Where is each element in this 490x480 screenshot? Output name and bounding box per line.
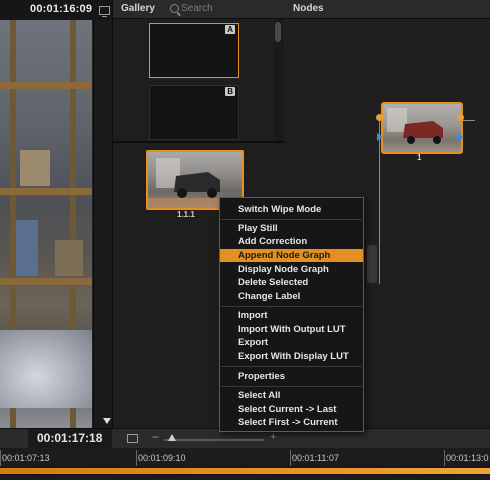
menu-separator	[221, 386, 362, 387]
menu-item-import[interactable]: Import	[220, 309, 363, 322]
node-connection-line	[462, 120, 475, 121]
still-thumbnail[interactable]: A	[149, 23, 239, 78]
memory-still-label: 1.1.1	[177, 210, 195, 219]
current-timecode: 00:01:17:18	[37, 431, 103, 445]
timeline-tick-label: 00:01:11:07	[292, 453, 339, 463]
menu-item-label: Import	[238, 310, 268, 321]
menu-item-label: Delete Selected	[238, 277, 309, 288]
menu-item-label: Switch Wipe Mode	[238, 204, 322, 215]
timeline-tick-label: 00:01:07:13	[2, 453, 50, 463]
zoom-slider[interactable]	[164, 439, 264, 441]
gallery-header: Gallery Search	[113, 0, 285, 19]
menu-item-add-correction[interactable]: Add Correction	[220, 235, 363, 248]
crate	[20, 150, 50, 186]
shelf	[0, 82, 92, 89]
menu-item-switch-wipe-mode[interactable]: Switch Wipe Mode	[220, 203, 363, 216]
nodes-header: Nodes	[285, 0, 490, 19]
viewer-timecode: 00:01:16:09	[30, 3, 93, 15]
menu-item-label: Properties	[238, 371, 285, 382]
search-input[interactable]: Search	[181, 3, 213, 14]
still-label: A	[225, 25, 235, 34]
menu-item-label: Select Current -> Last	[238, 404, 337, 415]
timeline-tick	[290, 450, 291, 466]
zoom-slider-thumb[interactable]	[168, 434, 176, 441]
menu-separator	[221, 366, 362, 367]
gallery-scrollbar-thumb[interactable]	[275, 22, 281, 42]
zoom-in-icon[interactable]: +	[270, 431, 276, 443]
menu-item-label: Export With Display LUT	[238, 351, 349, 362]
nodes-title: Nodes	[293, 3, 324, 14]
crate	[55, 240, 83, 276]
context-menu: Switch Wipe Mode Play Still Add Correcti…	[219, 197, 364, 432]
menu-item-label: Add Correction	[238, 236, 308, 247]
still-label: B	[225, 87, 235, 96]
node-label: 1	[417, 153, 422, 162]
menu-item-label: Export	[238, 337, 269, 348]
menu-item-play-still[interactable]: Play Still	[220, 222, 363, 235]
menu-item-export[interactable]: Export	[220, 336, 363, 349]
gallery-view-icon[interactable]	[127, 434, 138, 443]
menu-item-select-first-current[interactable]: Select First -> Current	[220, 416, 363, 429]
viewer-panel: 00:01:16:09	[0, 0, 112, 428]
menu-item-import-with-output-lut[interactable]: Import With Output LUT	[220, 323, 363, 336]
rgb-input-icon[interactable]	[377, 133, 383, 141]
menu-item-label: Display Node Graph	[238, 264, 329, 275]
node-1[interactable]	[381, 102, 463, 154]
menu-item-label: Play Still	[238, 223, 278, 234]
menu-item-label: Select All	[238, 390, 281, 401]
viewer-foreground	[0, 330, 92, 408]
zoom-out-icon[interactable]: −	[152, 430, 159, 444]
timeline-tick	[136, 450, 137, 466]
stills-grid: A B	[113, 19, 273, 141]
timeline-tick	[444, 450, 445, 466]
rgb-output-icon[interactable]	[458, 133, 464, 141]
menu-item-append-node-graph[interactable]: Append Node Graph	[220, 249, 363, 262]
search-icon	[170, 4, 179, 13]
menu-item-display-node-graph[interactable]: Display Node Graph	[220, 263, 363, 276]
node-connection-line	[379, 120, 380, 284]
menu-item-label: Change Label	[238, 291, 301, 302]
still-thumbnail[interactable]: B	[149, 85, 239, 140]
timeline-tick-label: 00:01:09:10	[138, 453, 186, 463]
menu-separator	[221, 219, 362, 220]
viewer-scrollbar[interactable]	[93, 20, 112, 428]
shelf	[0, 278, 92, 285]
timeline-ruler[interactable]: 00:01:07:13 00:01:09:10 00:01:11:07 00:0…	[0, 448, 490, 480]
node-thumbnail-icon	[387, 108, 443, 144]
menu-item-label: Append Node Graph	[238, 250, 331, 261]
shelf	[0, 188, 92, 195]
menu-item-properties[interactable]: Properties	[220, 370, 363, 383]
timeline-tick-label: 00:01:13:0	[446, 453, 489, 463]
timeline-clip[interactable]	[0, 468, 490, 474]
menu-item-export-with-display-lut[interactable]: Export With Display LUT	[220, 350, 363, 363]
crate	[16, 220, 38, 276]
menu-item-label: Import With Output LUT	[238, 324, 346, 335]
menu-item-delete-selected[interactable]: Delete Selected	[220, 276, 363, 289]
monitor-icon[interactable]	[99, 6, 110, 17]
viewer-header: 00:01:16:09	[0, 0, 112, 20]
menu-item-change-label[interactable]: Change Label	[220, 290, 363, 303]
menu-item-select-all[interactable]: Select All	[220, 389, 363, 402]
menu-separator	[221, 306, 362, 307]
timeline-tick	[0, 450, 1, 466]
node-input-connector[interactable]	[376, 114, 383, 121]
nodes-scroll-handle[interactable]	[367, 245, 377, 283]
scroll-marker-icon[interactable]	[103, 418, 111, 424]
node-output-connector[interactable]	[457, 114, 464, 121]
gallery-title: Gallery	[121, 3, 155, 14]
menu-item-select-current-last[interactable]: Select Current -> Last	[220, 403, 363, 416]
menu-item-label: Select First -> Current	[238, 417, 338, 428]
